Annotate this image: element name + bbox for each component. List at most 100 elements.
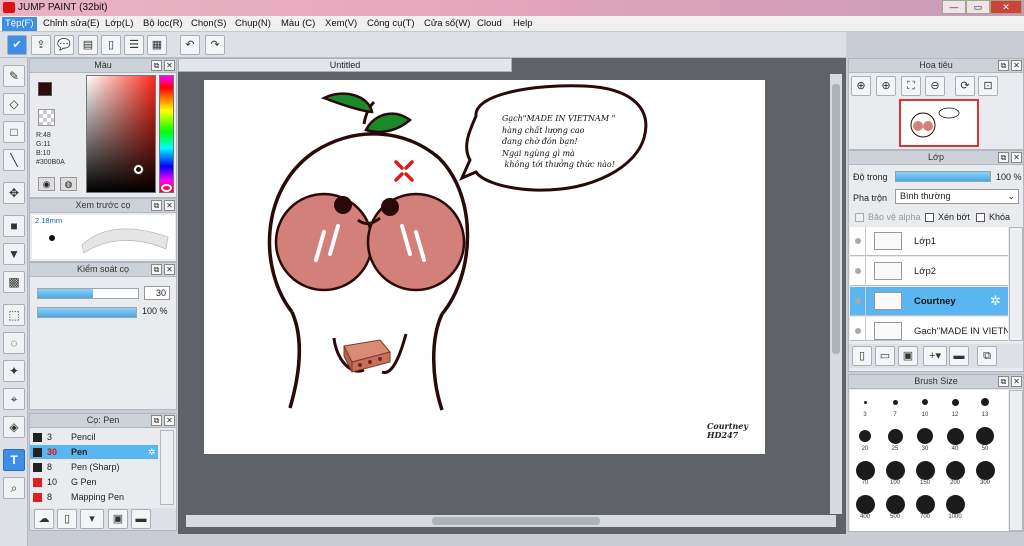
select-eraser-tool-icon[interactable]: ◈	[3, 416, 25, 438]
brush-size-swatch[interactable]	[885, 460, 905, 480]
fill-rect-tool-icon[interactable]: ■	[3, 215, 25, 237]
layer-row-selected[interactable]: Courtney ✲	[850, 287, 1008, 316]
redo-icon[interactable]: ↷	[205, 35, 225, 55]
zoom-in-icon[interactable]: ⊕	[851, 76, 871, 96]
brush-list-scrollbar[interactable]	[160, 430, 174, 505]
reset-view-icon[interactable]: ⊡	[978, 76, 998, 96]
eyedropper-tool-icon[interactable]: ⌕	[3, 477, 25, 499]
select-pen-tool-icon[interactable]: ⌖	[3, 388, 25, 410]
hue-slider-handle[interactable]	[161, 184, 172, 192]
new-brush-icon[interactable]: ▯	[57, 509, 77, 529]
brush-size-swatch[interactable]	[885, 494, 905, 514]
primary-color-swatch[interactable]	[38, 82, 52, 96]
panel-float-icon[interactable]: ⧉	[151, 415, 162, 426]
folder-icon[interactable]: ▬	[131, 509, 151, 529]
grid-icon[interactable]: ▦	[147, 35, 167, 55]
color-picker-cursor[interactable]	[134, 165, 143, 174]
menu-window[interactable]: Cửa sổ(W)	[421, 17, 473, 31]
share-icon[interactable]: ⇪	[31, 35, 51, 55]
page-icon[interactable]: ▯	[101, 35, 121, 55]
eyedrop-icon[interactable]: ◍	[60, 177, 77, 191]
menu-color[interactable]: Màu (C)	[278, 17, 318, 31]
brush-size-scrollbar[interactable]	[1009, 390, 1023, 531]
layer-row[interactable]: Gạch"MADE IN VIETNA	[850, 317, 1008, 341]
brush-size-swatch[interactable]	[945, 494, 965, 514]
merge-layers-icon[interactable]: ⧉	[977, 346, 997, 366]
brush-size-swatch[interactable]	[863, 400, 867, 404]
panel-float-icon[interactable]: ⧉	[998, 152, 1009, 163]
brush-item-pen[interactable]: 30 Pen ✲	[30, 445, 158, 459]
menu-layer[interactable]: Lớp(L)	[102, 17, 136, 31]
close-button[interactable]: ✕	[990, 0, 1022, 14]
vertical-scrollbar[interactable]	[830, 74, 842, 514]
brush-size-swatch[interactable]	[855, 494, 875, 514]
lasso-tool-icon[interactable]: ◌	[3, 332, 25, 354]
brush-item-mapping-pen[interactable]: 8 Mapping Pen	[30, 490, 158, 504]
brush-opacity-slider[interactable]	[37, 307, 137, 318]
menu-edit[interactable]: Chỉnh sửa(E)	[40, 17, 103, 31]
brush-size-swatch[interactable]	[951, 398, 959, 406]
minimize-button[interactable]: —	[942, 0, 966, 14]
document-tab[interactable]: Untitled	[178, 58, 512, 72]
gallery-icon[interactable]: ▤	[78, 35, 98, 55]
clipping-checkbox[interactable]	[925, 213, 934, 222]
drawing-canvas[interactable]: Gạch"MADE IN VIETNAM " hàng chất lượng ca…	[204, 80, 765, 454]
palette-icon[interactable]: ◉	[38, 177, 55, 191]
new-layer-alt-icon[interactable]: ▭	[875, 346, 895, 366]
undo-icon[interactable]: ↶	[180, 35, 200, 55]
gradient-tool-icon[interactable]: ▩	[3, 271, 25, 293]
visibility-toggle[interactable]	[850, 257, 866, 286]
gear-icon[interactable]: ✲	[990, 293, 1001, 309]
fit-icon[interactable]: ⛶	[901, 76, 921, 96]
blend-mode-select[interactable]: Bình thường ⌄	[895, 189, 1019, 204]
panel-close-icon[interactable]: ✕	[1011, 376, 1022, 387]
check-icon[interactable]: ✔	[7, 35, 27, 55]
brush-settings-icon[interactable]: ▣	[108, 509, 128, 529]
visibility-toggle[interactable]	[850, 317, 866, 340]
vertical-scroll-thumb[interactable]	[832, 84, 840, 354]
rotate-icon[interactable]: ⟳	[955, 76, 975, 96]
brush-size-swatch[interactable]	[915, 494, 935, 514]
comment-icon[interactable]: 💬	[54, 35, 74, 55]
brush-size-swatch[interactable]	[915, 460, 935, 480]
visibility-toggle[interactable]	[850, 287, 866, 316]
brush-size-slider[interactable]	[37, 288, 139, 299]
brush-item-pen-sharp[interactable]: 8 Pen (Sharp)	[30, 460, 158, 474]
layer-row[interactable]: Lớp1	[850, 227, 1008, 256]
layer-add-menu-icon[interactable]: +▾	[923, 346, 947, 366]
select-rect-tool-icon[interactable]: ⬚	[3, 304, 25, 326]
copy-layer-icon[interactable]: ▣	[898, 346, 918, 366]
eraser-tool-icon[interactable]: ◇	[3, 93, 25, 115]
menu-capture[interactable]: Chụp(N)	[232, 17, 274, 31]
brush-item-g-pen[interactable]: 10 G Pen	[30, 475, 158, 489]
panel-close-icon[interactable]: ✕	[1011, 152, 1022, 163]
menu-view[interactable]: Xem(V)	[322, 17, 360, 31]
brush-size-swatch[interactable]	[946, 427, 964, 445]
panel-close-icon[interactable]: ✕	[164, 415, 175, 426]
zoom-in-alt-icon[interactable]: ⊕	[876, 76, 896, 96]
transparent-swatch[interactable]	[38, 109, 55, 126]
brush-size-swatch[interactable]	[922, 399, 928, 405]
panel-close-icon[interactable]: ✕	[164, 200, 175, 211]
saturation-value-picker[interactable]	[86, 75, 156, 193]
panel-float-icon[interactable]: ⧉	[151, 200, 162, 211]
menu-file[interactable]: Tệp(F)	[2, 17, 37, 31]
gear-icon[interactable]: ✲	[148, 445, 156, 459]
cloud-brush-icon[interactable]: ☁	[34, 509, 54, 529]
brush-size-swatch[interactable]	[855, 460, 875, 480]
menu-help[interactable]: Help	[510, 17, 536, 31]
brush-size-swatch[interactable]	[859, 430, 871, 442]
layer-row[interactable]: Lớp2	[850, 257, 1008, 286]
menu-select[interactable]: Chọn(S)	[188, 17, 229, 31]
bucket-tool-icon[interactable]: ▼	[3, 243, 25, 265]
move-tool-icon[interactable]: ✥	[3, 182, 25, 204]
new-layer-icon[interactable]: ▯	[852, 346, 872, 366]
maximize-button[interactable]: ▭	[966, 0, 990, 14]
text-tool-icon[interactable]: T	[3, 449, 25, 471]
panel-close-icon[interactable]: ✕	[164, 60, 175, 71]
hue-slider[interactable]	[159, 75, 174, 193]
brush-size-input[interactable]: 30	[144, 286, 170, 300]
layer-folder-icon[interactable]: ▬	[949, 346, 969, 366]
panel-float-icon[interactable]: ⧉	[998, 376, 1009, 387]
brush-size-swatch[interactable]	[975, 460, 995, 480]
